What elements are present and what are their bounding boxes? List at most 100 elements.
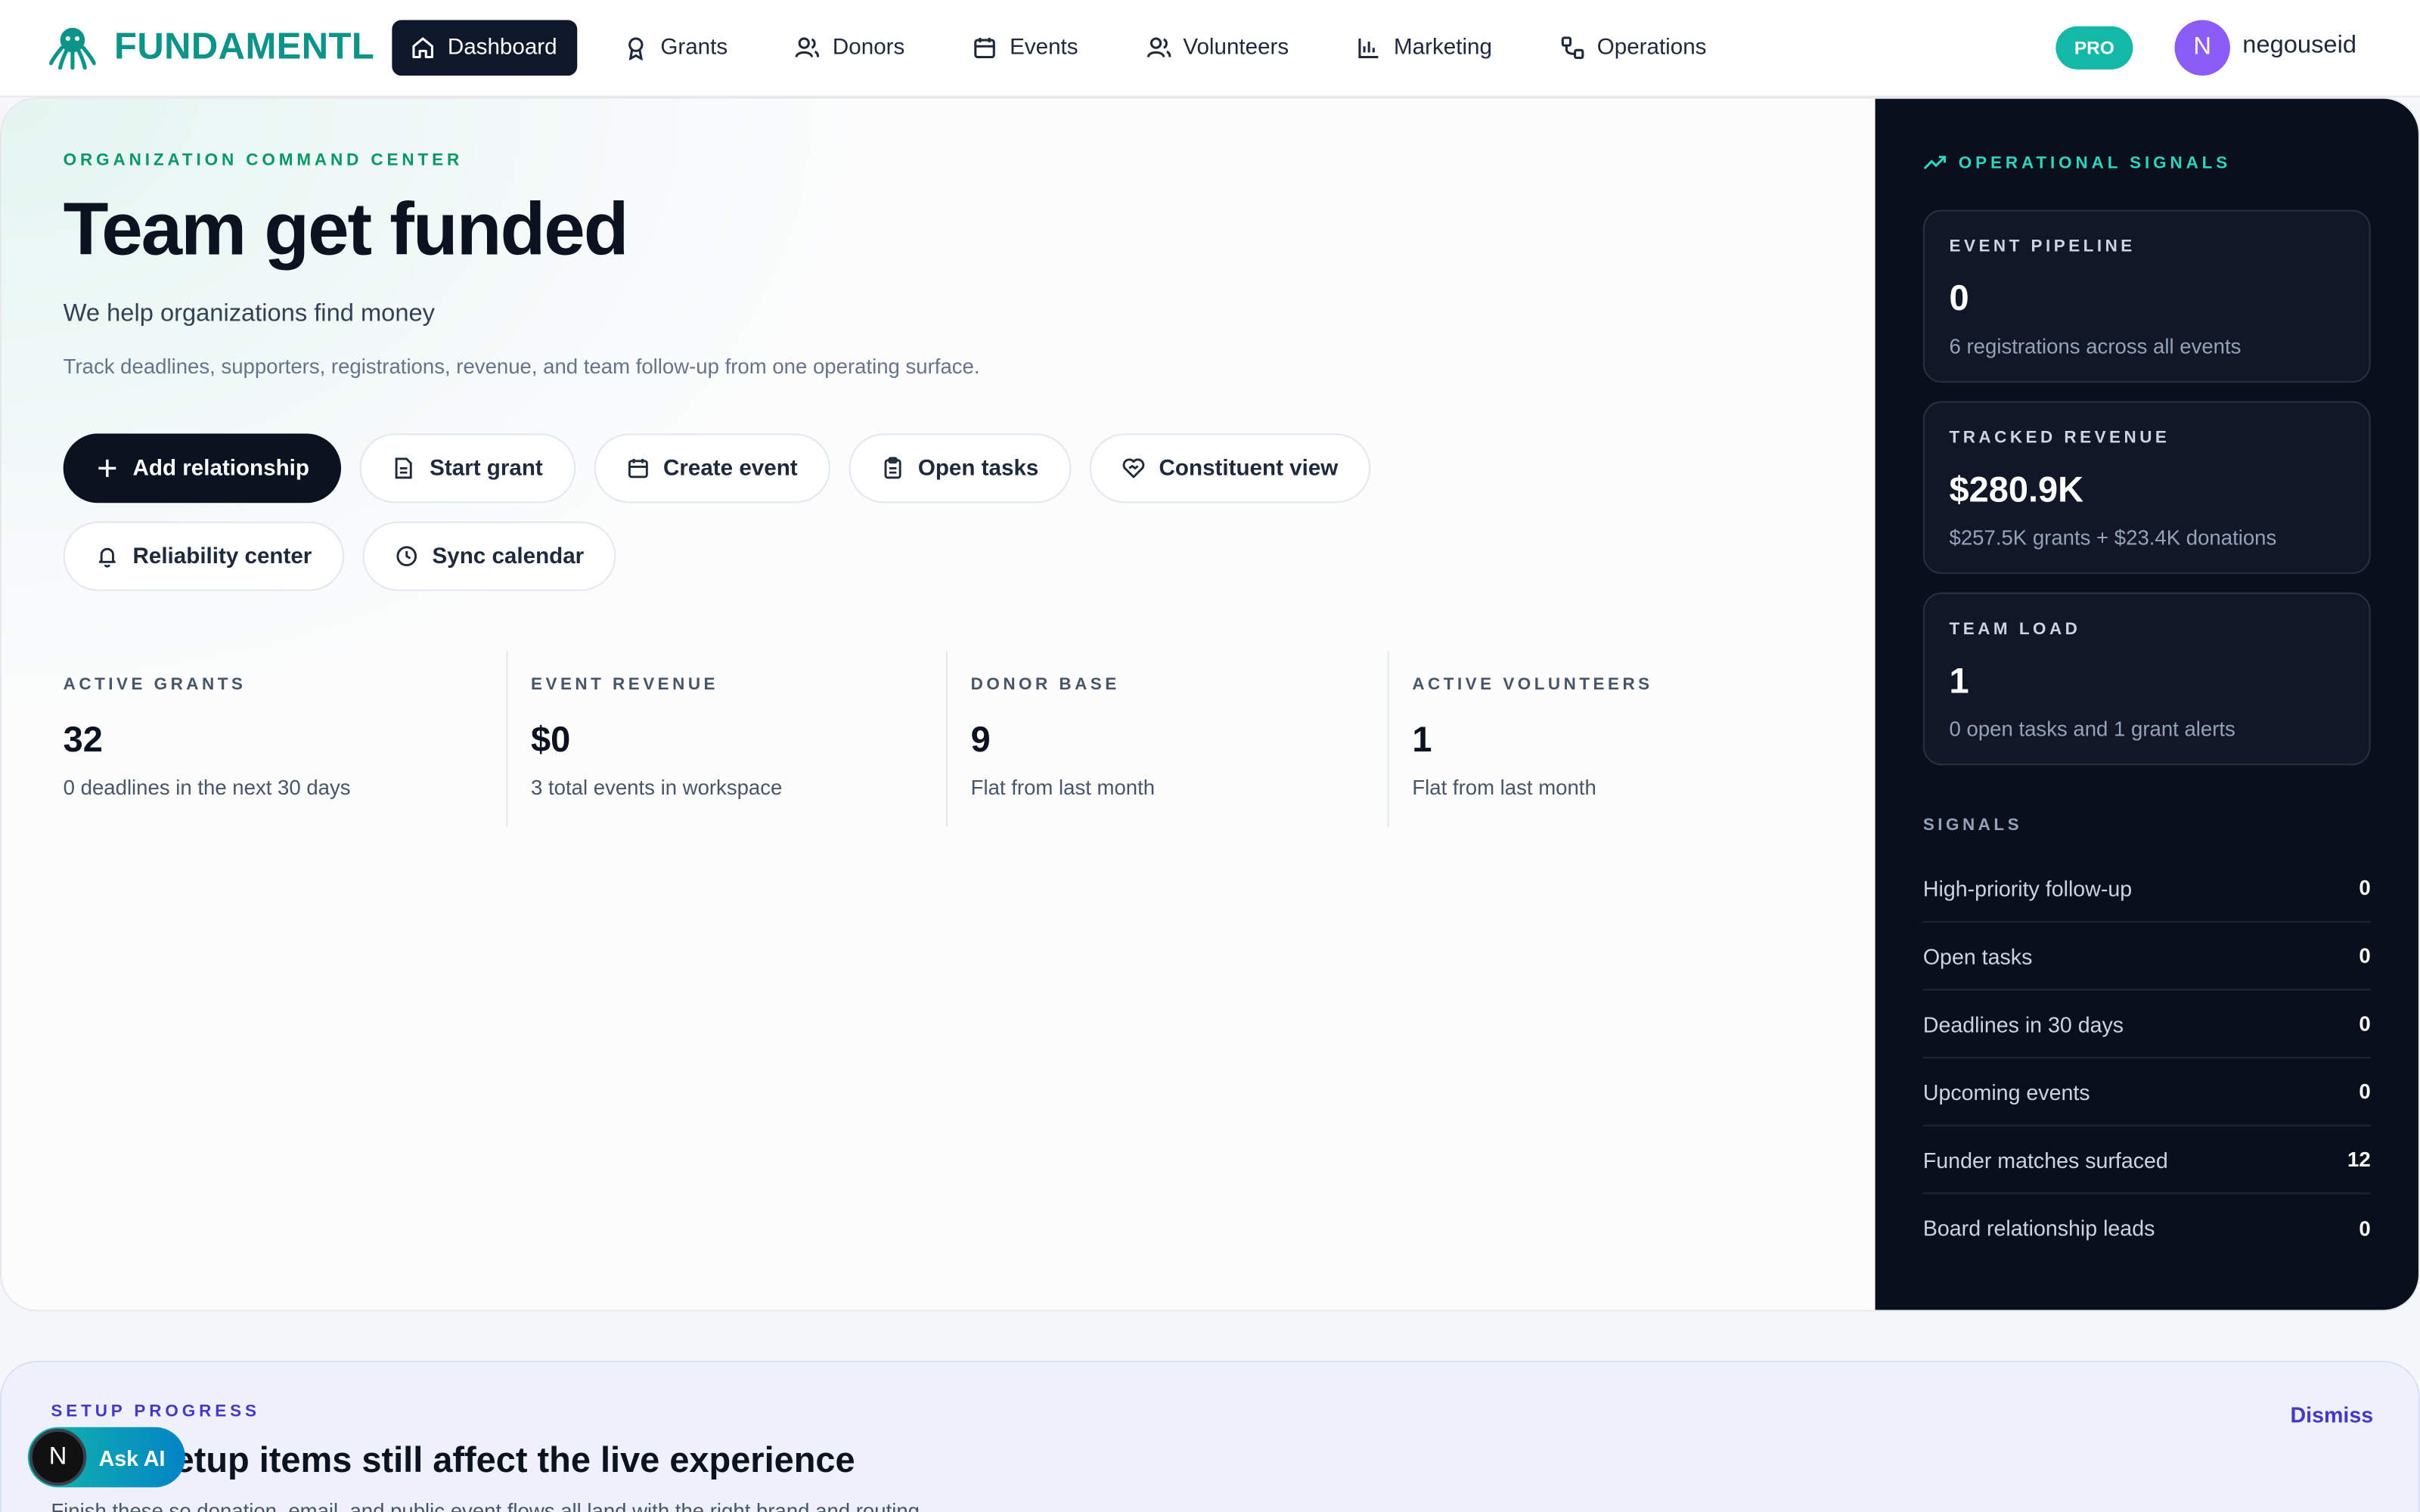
- sync-calendar-button[interactable]: Sync calendar: [362, 521, 617, 591]
- ask-ai-label: Ask AI: [98, 1445, 166, 1470]
- signals-eyebrow-label: OPERATIONAL SIGNALS: [1958, 153, 2232, 172]
- page-description: Track deadlines, supporters, registratio…: [63, 355, 980, 378]
- document-icon: [396, 457, 413, 479]
- reliability-center-button[interactable]: Reliability center: [63, 521, 345, 591]
- add-relationship-button[interactable]: Add relationship: [63, 433, 342, 503]
- top-nav: FUNDAMENTL Dashboard Grants Donors Event…: [0, 0, 2420, 98]
- signal-row[interactable]: Deadlines in 30 days 0: [1922, 990, 2371, 1058]
- signal-label: Open tasks: [1922, 943, 2033, 968]
- stat-label: ACTIVE VOLUNTEERS: [1412, 675, 1653, 695]
- stat-sub: 3 total events in workspace: [531, 776, 783, 800]
- signal-row[interactable]: Funder matches surfaced 12: [1922, 1126, 2371, 1194]
- button-label: Open tasks: [917, 456, 1039, 481]
- trending-up-icon: [1923, 156, 1947, 170]
- event-pipeline-card[interactable]: EVENT PIPELINE 0 6 registrations across …: [1922, 209, 2371, 383]
- stat-sub: Flat from last month: [1412, 776, 1596, 800]
- button-label: Constituent view: [1159, 456, 1339, 481]
- stat-label: DONOR BASE: [970, 675, 1120, 695]
- calendar-icon: [628, 458, 648, 479]
- signal-label: Board relationship leads: [1922, 1216, 2155, 1241]
- stat-value: 32: [63, 719, 103, 760]
- signal-label: Upcoming events: [1922, 1079, 2090, 1105]
- signal-label: Funder matches surfaced: [1922, 1147, 2168, 1172]
- stat-sub: Flat from last month: [970, 776, 1156, 800]
- card-label: EVENT PIPELINE: [1949, 237, 2136, 256]
- nav-item-label: Marketing: [1394, 35, 1492, 60]
- nav-item-volunteers[interactable]: Volunteers: [1128, 20, 1311, 76]
- nav-item-operations[interactable]: Operations: [1541, 20, 1728, 76]
- bar-chart-icon: [1358, 39, 1379, 59]
- assistant-avatar: N: [29, 1428, 87, 1486]
- nav-item-grants[interactable]: Grants: [605, 20, 749, 76]
- stat-value: 1: [1412, 719, 1432, 760]
- card-value: 0: [1949, 277, 1969, 318]
- workflow-icon: [1561, 36, 1584, 60]
- button-label: Add relationship: [132, 456, 309, 481]
- signal-row[interactable]: High-priority follow-up 0: [1922, 855, 2371, 923]
- card-sub: 6 registrations across all events: [1949, 334, 2242, 358]
- button-label: Sync calendar: [432, 544, 585, 569]
- clipboard-icon: [884, 457, 901, 479]
- operational-signals-panel: OPERATIONAL SIGNALS EVENT PIPELINE 0 6 r…: [1875, 98, 2418, 1310]
- stat-event-revenue[interactable]: EVENT REVENUE $0 3 total events in works…: [506, 651, 946, 827]
- octopus-icon: [49, 27, 96, 70]
- card-sub: $257.5K grants + $23.4K donations: [1949, 525, 2277, 550]
- stat-sub: 0 deadlines in the next 30 days: [63, 776, 351, 800]
- button-label: Create event: [663, 456, 798, 481]
- tracked-revenue-card[interactable]: TRACKED REVENUE $280.9K $257.5K grants +…: [1922, 401, 2371, 575]
- app-root: FUNDAMENTL Dashboard Grants Donors Event…: [0, 0, 2420, 1512]
- signals-heading: SIGNALS: [1922, 816, 2023, 835]
- card-sub: 0 open tasks and 1 grant alerts: [1949, 717, 2235, 741]
- users-icon: [1146, 37, 1171, 57]
- page-title: Team get funded: [63, 190, 629, 272]
- signal-row[interactable]: Open tasks 0: [1922, 922, 2371, 991]
- constituent-view-button[interactable]: Constituent view: [1089, 433, 1371, 503]
- card-value: $280.9K: [1949, 469, 2084, 510]
- card-label: TEAM LOAD: [1949, 620, 2081, 639]
- nav-item-events[interactable]: Events: [954, 20, 1100, 76]
- stat-donor-base[interactable]: DONOR BASE 9 Flat from last month: [946, 651, 1388, 827]
- signal-value: 0: [2359, 1080, 2371, 1104]
- stat-value: $0: [531, 719, 571, 760]
- stat-active-grants[interactable]: ACTIVE GRANTS 32 0 deadlines in the next…: [64, 651, 507, 827]
- kpi-strip: ACTIVE GRANTS 32 0 deadlines in the next…: [64, 651, 1835, 827]
- nav-item-donors[interactable]: Donors: [777, 20, 926, 76]
- ask-ai-button[interactable]: N Ask AI: [27, 1427, 185, 1488]
- dismiss-button[interactable]: Dismiss: [2291, 1402, 2374, 1427]
- nav-item-label: Dashboard: [447, 35, 557, 60]
- start-grant-button[interactable]: Start grant: [360, 433, 576, 503]
- signal-label: High-priority follow-up: [1922, 875, 2133, 900]
- signal-row[interactable]: Board relationship leads 0: [1923, 1194, 2371, 1263]
- team-load-card[interactable]: TEAM LOAD 1 0 open tasks and 1 grant ale…: [1922, 592, 2371, 766]
- open-tasks-button[interactable]: Open tasks: [848, 433, 1072, 503]
- command-center-main: ORGANIZATION COMMAND CENTER Team get fun…: [2, 98, 1876, 1310]
- card-label: TRACKED REVENUE: [1949, 429, 2170, 448]
- home-icon: [412, 37, 433, 59]
- setup-eyebrow: SETUP PROGRESS: [51, 1402, 260, 1421]
- brand-name: FUNDAMENTL: [114, 26, 375, 68]
- signals-eyebrow: OPERATIONAL SIGNALS: [1923, 151, 2231, 175]
- main-nav: Dashboard Grants Donors Events Volunteer…: [392, 20, 1746, 76]
- stat-active-volunteers[interactable]: ACTIVE VOLUNTEERS 1 Flat from last month: [1387, 651, 1835, 827]
- signals-list: High-priority follow-up 0 Open tasks 0 D…: [1922, 855, 2371, 1263]
- signal-row[interactable]: Upcoming events 0: [1922, 1058, 2371, 1126]
- nav-item-dashboard[interactable]: Dashboard: [392, 20, 578, 76]
- stat-value: 9: [970, 719, 991, 760]
- user-name[interactable]: negouseid: [2242, 33, 2356, 60]
- button-label: Reliability center: [132, 544, 312, 569]
- nav-item-label: Grants: [660, 35, 728, 60]
- clock-icon: [396, 546, 417, 567]
- nav-item-marketing[interactable]: Marketing: [1339, 20, 1514, 76]
- create-event-button[interactable]: Create event: [594, 433, 830, 503]
- signal-value: 0: [2359, 1216, 2371, 1240]
- avatar[interactable]: N: [2174, 20, 2230, 76]
- award-icon: [628, 37, 644, 60]
- quick-actions: Add relationship Start grant Create even…: [63, 433, 1668, 591]
- brand-logo[interactable]: FUNDAMENTL: [49, 26, 374, 70]
- bell-icon: [98, 547, 116, 568]
- calendar-icon: [974, 37, 996, 59]
- command-center-card: ORGANIZATION COMMAND CENTER Team get fun…: [0, 97, 2420, 1312]
- signal-value: 0: [2359, 876, 2371, 900]
- signal-label: Deadlines in 30 days: [1922, 1011, 2124, 1036]
- section-eyebrow: ORGANIZATION COMMAND CENTER: [63, 150, 464, 170]
